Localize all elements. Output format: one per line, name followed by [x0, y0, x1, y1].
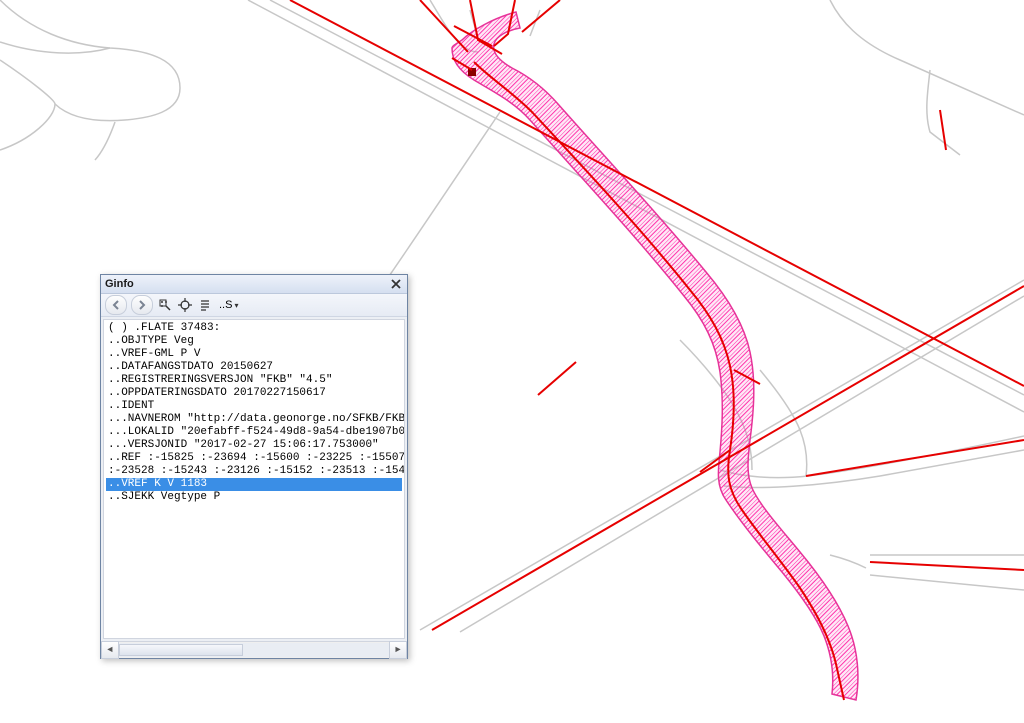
ginfo-line[interactable]: ...VERSJONID "2017-02-27 15:06:17.753000… [106, 439, 402, 452]
selected-feature-polygon [452, 12, 858, 700]
ginfo-title-text: Ginfo [105, 275, 134, 293]
ginfo-line[interactable]: ...LOKALID "20efabff-f524-49d8-9a54-dbe1… [106, 426, 402, 439]
chevron-down-icon: ▾ [234, 301, 238, 310]
ginfo-line[interactable]: ( ) .FLATE 37483: [106, 322, 402, 335]
list-icon[interactable] [197, 297, 213, 313]
ginfo-line-selected[interactable]: ..VREF K V 1183 [106, 478, 402, 491]
ginfo-line[interactable]: ..OPPDATERINGSDATO 20170227150617 [106, 387, 402, 400]
selector-dropdown[interactable]: ..S ▾ [217, 299, 240, 311]
target-icon[interactable] [177, 297, 193, 313]
close-icon[interactable] [389, 277, 403, 291]
ginfo-line[interactable]: ..REGISTRERINGSVERSJON "FKB" "4.5" [106, 374, 402, 387]
back-button[interactable] [105, 295, 127, 315]
ginfo-line[interactable]: ..REF :-15825 :-23694 :-15600 :-23225 :-… [106, 452, 402, 465]
ginfo-line[interactable]: ...NAVNEROM "http://data.geonorge.no/SFK… [106, 413, 402, 426]
ginfo-body[interactable]: ( ) .FLATE 37483:..OBJTYPE Veg..VREF-GML… [103, 319, 405, 639]
ginfo-line[interactable]: ..IDENT [106, 400, 402, 413]
scroll-left-button[interactable]: ◄ [101, 641, 119, 659]
ginfo-line[interactable]: ..OBJTYPE Veg [106, 335, 402, 348]
ginfo-titlebar[interactable]: Ginfo [101, 275, 407, 294]
arrow-right-icon [137, 300, 147, 310]
selector-dropdown-label: ..S [219, 299, 232, 311]
ginfo-line[interactable]: ..DATAFANGSTDATO 20150627 [106, 361, 402, 374]
forward-button[interactable] [131, 295, 153, 315]
scroll-right-button[interactable]: ► [389, 641, 407, 659]
scroll-track[interactable] [119, 643, 389, 657]
ginfo-panel: Ginfo ..S ▾ ( ) .FLATE 37483:..OBJTYPE V… [100, 274, 408, 659]
ginfo-line[interactable]: ..VREF-GML P V [106, 348, 402, 361]
ginfo-line[interactable]: ..SJEKK Vegtype P [106, 491, 402, 504]
ginfo-toolbar: ..S ▾ [101, 294, 407, 317]
horizontal-scrollbar[interactable]: ◄ ► [101, 641, 407, 658]
scroll-thumb[interactable] [119, 644, 243, 656]
ginfo-line[interactable]: :-23528 :-15243 :-23126 :-15152 :-23513 … [106, 465, 402, 478]
arrow-left-icon [111, 300, 121, 310]
zoom-selection-icon[interactable] [157, 297, 173, 313]
